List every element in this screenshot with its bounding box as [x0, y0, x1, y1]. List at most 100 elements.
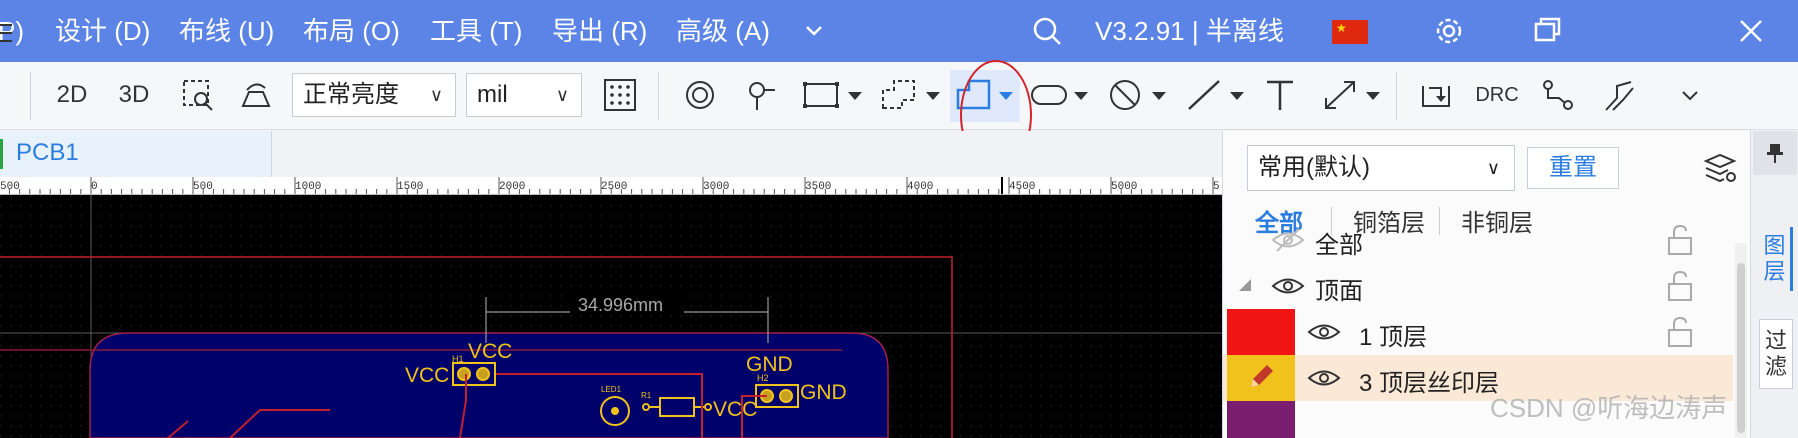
layer-settings-icon[interactable]	[1703, 151, 1737, 185]
r1-label: R1	[641, 391, 652, 400]
pcb-canvas[interactable]: 34.996mm H1 VCC VCC GND H2 GND LED1 R1 V…	[0, 195, 1222, 438]
line-icon[interactable]	[1186, 72, 1252, 118]
menu-item-design[interactable]: 设计 (D)	[55, 14, 150, 48]
import-changes-icon[interactable]	[1416, 72, 1456, 118]
unlock-icon[interactable]	[1663, 269, 1697, 303]
led1-pad	[611, 407, 619, 415]
layer-row-top-layer[interactable]: 1 顶层	[1223, 309, 1733, 355]
toolbar-separator	[1396, 72, 1397, 120]
eye-icon[interactable]	[1271, 273, 1305, 299]
chevron-down-icon: ∨	[555, 85, 569, 105]
layer-preset-select[interactable]: 常用(默认) ∨	[1247, 145, 1515, 191]
side-tab-layers[interactable]: 图层	[1759, 227, 1793, 291]
via-icon[interactable]	[742, 72, 782, 118]
grid-icon[interactable]	[600, 72, 640, 118]
view-2d-button[interactable]: 2D	[50, 72, 94, 118]
menu-item-advanced[interactable]: 高级 (A)	[676, 14, 770, 48]
close-icon[interactable]	[1734, 14, 1768, 48]
gear-icon[interactable]	[1432, 14, 1466, 48]
vcc-net-label: VCC	[405, 364, 449, 387]
document-tabbar: PCB1	[0, 131, 1222, 177]
text-icon[interactable]	[1260, 72, 1300, 118]
ruler-label: 0	[91, 181, 98, 193]
china-flag-icon[interactable]	[1332, 20, 1368, 44]
board-outline-icon[interactable]	[802, 72, 868, 118]
ruler-label: 4000	[907, 181, 933, 193]
menu-item-export[interactable]: 导出 (R)	[552, 14, 647, 48]
ruler-label: 4500	[1009, 181, 1035, 193]
panel-scrollbar[interactable]	[1735, 243, 1747, 438]
unit-select[interactable]: mil ∨	[466, 73, 582, 117]
toolbar-separator	[658, 72, 659, 120]
h1-pad	[476, 367, 490, 381]
scrollbar-thumb[interactable]	[1737, 263, 1745, 433]
menu-item-tools[interactable]: 工具 (T)	[430, 14, 522, 48]
unit-value: mil	[477, 81, 508, 108]
brightness-value: 正常亮度	[303, 81, 399, 108]
ruler-label: 5	[1213, 181, 1220, 193]
h2-pad	[779, 389, 793, 403]
layer-color-swatch[interactable]	[1227, 309, 1295, 355]
collapse-triangle-icon[interactable]	[1237, 277, 1253, 293]
ruler-label: 2000	[499, 181, 525, 193]
flip-board-icon[interactable]	[236, 72, 276, 118]
chevron-down-icon: ∨	[429, 85, 443, 105]
vcc-net-label: VCC	[713, 398, 757, 421]
watermark: CSDN @听海边涛声	[1490, 393, 1728, 423]
layer-label: 顶面	[1315, 278, 1363, 305]
layer-color-swatch[interactable]	[1227, 355, 1295, 401]
differential-pair-icon[interactable]	[1600, 72, 1640, 118]
more-tools-chevron-icon[interactable]	[1670, 72, 1710, 118]
layer-row-top-side[interactable]: 顶面	[1223, 263, 1733, 309]
ruler-label: 500	[0, 181, 20, 193]
version-label: V3.2.91 | 半离线	[1095, 16, 1284, 46]
forbidden-area-icon[interactable]	[1108, 72, 1174, 118]
drc-button[interactable]: DRC	[1474, 72, 1520, 118]
unlock-icon[interactable]	[1663, 315, 1697, 349]
slot-icon[interactable]	[1030, 72, 1096, 118]
ruler-label: 3500	[805, 181, 831, 193]
layer-row-all[interactable]: 全部	[1223, 217, 1733, 263]
route-icon[interactable]	[1538, 72, 1578, 118]
toolbar-separator	[30, 72, 31, 120]
vcc-net-label: VCC	[468, 340, 512, 363]
ruler-label: 1000	[295, 181, 321, 193]
list-icon[interactable]	[0, 10, 14, 56]
search-icon[interactable]	[1030, 14, 1064, 48]
restore-window-icon[interactable]	[1530, 14, 1564, 48]
layer-preset-value: 常用(默认)	[1258, 154, 1370, 181]
menu-item-route[interactable]: 布线 (U)	[179, 14, 274, 48]
menubar: P) 设计 (D) 布线 (U) 布局 (O) 工具 (T) 导出 (R) 高级…	[0, 0, 1798, 62]
tab-pcb1[interactable]: PCB1	[0, 131, 272, 177]
layer-label: 1 顶层	[1359, 324, 1428, 351]
zoom-region-icon[interactable]	[178, 72, 218, 118]
brightness-select[interactable]: 正常亮度 ∨	[292, 73, 456, 117]
led1-label: LED1	[601, 385, 622, 394]
ruler-label: 5000	[1111, 181, 1137, 193]
ruler-label: 2500	[601, 181, 627, 193]
reset-button[interactable]: 重置	[1527, 147, 1619, 189]
eye-icon[interactable]	[1307, 319, 1341, 345]
region-icon[interactable]	[880, 72, 946, 118]
h2-label: H2	[757, 373, 769, 383]
layer-color-swatch[interactable]	[1227, 401, 1295, 438]
eye-icon[interactable]	[1307, 365, 1341, 391]
more-menu-chevron-icon[interactable]	[797, 14, 831, 48]
pencil-icon	[1251, 365, 1273, 387]
pad-icon[interactable]	[680, 72, 720, 118]
horizontal-ruler: 500 0 500 1000 1500 2000 2500 3000 3500 …	[0, 177, 1222, 195]
side-tab-filter[interactable]: 过滤	[1759, 319, 1793, 389]
unlock-icon[interactable]	[1663, 223, 1697, 257]
ruler-label: 500	[193, 181, 213, 193]
menu-item-layout[interactable]: 布局 (O)	[303, 14, 400, 48]
view-3d-button[interactable]: 3D	[112, 72, 156, 118]
ruler-label: 1500	[397, 181, 423, 193]
layer-label: 全部	[1315, 232, 1363, 259]
dimension-label: 34.996mm	[578, 295, 663, 315]
chevron-down-icon: ∨	[1486, 158, 1500, 178]
dimension-icon[interactable]	[1322, 72, 1388, 118]
h1-pad	[457, 367, 471, 381]
gnd-net-label: GND	[800, 381, 847, 404]
pin-icon[interactable]	[1753, 131, 1797, 175]
eye-hidden-icon[interactable]	[1271, 227, 1305, 253]
